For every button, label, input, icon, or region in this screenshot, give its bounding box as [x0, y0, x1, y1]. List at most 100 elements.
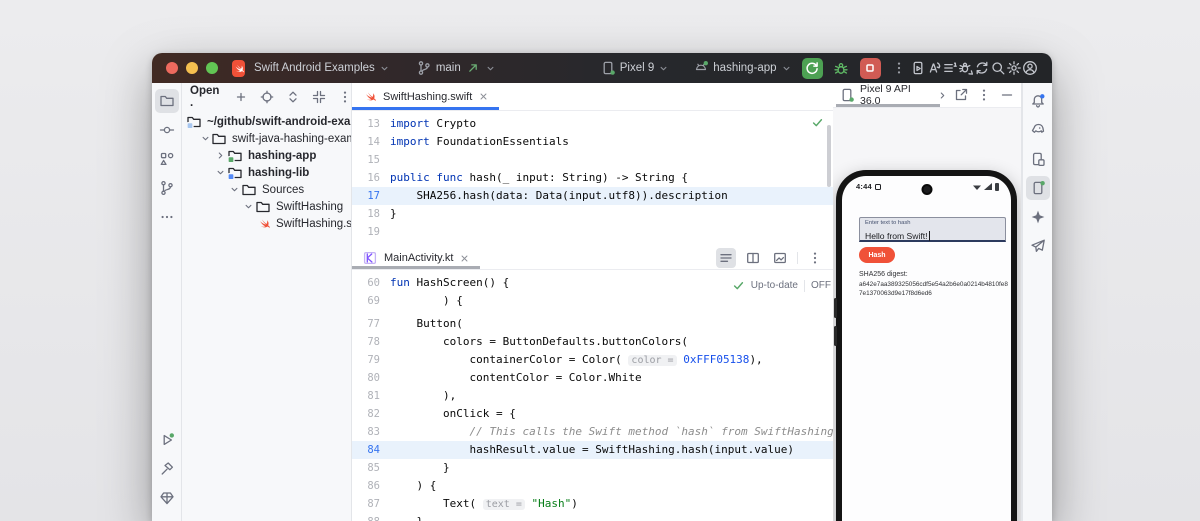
zoom-window-button[interactable] — [206, 62, 218, 74]
search-everywhere-icon[interactable] — [990, 60, 1006, 76]
tree-item-swifthashing-swift[interactable]: SwiftHashing.swift — [182, 215, 351, 232]
send-feedback-plane-icon[interactable] — [1026, 234, 1050, 258]
tree-item-hashing-app[interactable]: hashing-app — [182, 147, 351, 164]
structure-tool-icon[interactable] — [155, 147, 179, 171]
design-view-icon[interactable] — [770, 248, 790, 268]
chevron-right-icon[interactable] — [937, 90, 948, 101]
kotlin-editor[interactable]: 60 fun HashScreen() {69 ) {77 Button(78 c… — [352, 270, 833, 521]
ai-actions-icon[interactable] — [926, 60, 942, 76]
code-line-69: 69 ) { — [352, 292, 833, 310]
tab-label: SwiftHashing.swift — [383, 90, 473, 103]
run-config-selector[interactable]: hashing-app — [693, 60, 791, 76]
tree-item-sources[interactable]: Sources — [182, 181, 351, 198]
chevron-down-icon[interactable] — [214, 167, 227, 178]
code-text: } — [390, 461, 450, 474]
rerun-button[interactable] — [801, 57, 823, 79]
expand-collapse-icon[interactable] — [285, 89, 301, 105]
swift-editor[interactable]: 13 import Crypto 14 import FoundationEssent… — [352, 111, 833, 247]
code-line-13: 13 import Crypto — [352, 115, 833, 133]
stop-button[interactable] — [859, 57, 881, 79]
tree-item-swifthashing[interactable]: SwiftHashing — [182, 198, 351, 215]
debug-button[interactable] — [831, 58, 852, 79]
sync-project-icon[interactable] — [974, 60, 990, 76]
tree-item--github-swift-android-examples[interactable]: ~/github/swift-android-examples — [182, 113, 351, 130]
code-text: containerColor = Color( color = 0xFFF051… — [390, 353, 763, 366]
code-text: hashResult.value = SwiftHashing.hash(inp… — [390, 443, 794, 456]
line-number: 86 — [367, 480, 380, 492]
add-icon[interactable] — [233, 89, 249, 105]
collapse-all-icon[interactable] — [311, 89, 327, 105]
hide-panel-icon[interactable] — [999, 87, 1015, 103]
code-text: // This calls the Swift method `hash` fr… — [390, 425, 833, 438]
attach-debugger-icon[interactable] — [958, 60, 974, 76]
panel-kebab-icon[interactable] — [337, 89, 351, 105]
project-tool-icon[interactable] — [154, 89, 179, 113]
device-streaming-icon[interactable] — [910, 60, 926, 76]
device-manager-icon[interactable] — [1026, 147, 1050, 171]
code-text: } — [390, 207, 397, 220]
settings-icon[interactable] — [1006, 60, 1022, 76]
vcs-graph-icon[interactable] — [155, 176, 179, 200]
line-number: 78 — [367, 336, 380, 348]
notifications-bell-icon[interactable] — [1026, 89, 1050, 113]
close-tab-icon[interactable] — [478, 91, 489, 102]
code-view-icon[interactable] — [716, 248, 736, 268]
build-tool-icon[interactable] — [155, 457, 179, 481]
digest-label: SHA256 digest: — [859, 271, 908, 278]
gemini-star-icon[interactable] — [1026, 205, 1050, 229]
code-text: ), — [390, 389, 457, 402]
device-display-area: 4:44 Enter text to hash Hello from Swift… — [833, 108, 1021, 521]
close-tab-icon[interactable] — [459, 253, 470, 264]
target-device-selector[interactable]: Pixel 9 — [600, 60, 670, 76]
line-number: 84 — [367, 444, 380, 456]
chevron-right-icon[interactable] — [214, 150, 227, 161]
code-line-81: 81 ), — [352, 387, 833, 405]
build-variants-icon[interactable] — [942, 60, 958, 76]
project-panel-title[interactable]: Open . — [190, 85, 219, 109]
gem-tool-icon[interactable] — [155, 486, 179, 510]
commit-tool-icon[interactable] — [155, 118, 179, 142]
more-tools-icon[interactable] — [155, 205, 179, 229]
split-view-icon[interactable] — [743, 248, 763, 268]
editor-kebab-icon[interactable] — [805, 248, 825, 268]
branch-selector[interactable]: main — [416, 60, 496, 76]
pixel9-phone-mirror[interactable]: 4:44 Enter text to hash Hello from Swift… — [834, 170, 1017, 521]
chevron-down-icon[interactable] — [228, 184, 241, 195]
profile-icon[interactable] — [1022, 60, 1038, 76]
branch-name: main — [435, 62, 461, 74]
line-number: 88 — [352, 513, 390, 521]
locate-file-icon[interactable] — [259, 89, 275, 105]
line-number: 79 — [367, 354, 380, 366]
line-number: 19 — [367, 226, 380, 238]
hash-button[interactable]: Hash — [859, 247, 895, 263]
phone-screen[interactable]: 4:44 Enter text to hash Hello from Swift… — [842, 176, 1011, 521]
minimize-window-button[interactable] — [186, 62, 198, 74]
panel-kebab-icon[interactable] — [976, 87, 992, 103]
editor-scrollbar[interactable] — [827, 125, 831, 187]
live-edit-state[interactable]: OFF — [811, 280, 831, 291]
tree-item-hashing-lib[interactable]: hashing-lib — [182, 164, 351, 181]
check-icon — [732, 279, 745, 292]
line-number: 80 — [367, 372, 380, 384]
tree-item-swift-java-hashing-example[interactable]: swift-java-hashing-example — [182, 130, 351, 147]
device-tab-icon — [839, 87, 855, 103]
chevron-down-icon[interactable] — [200, 133, 211, 144]
digest-block: SHA256 digest: a642e7aa389325056cdf5e54a… — [859, 271, 1009, 298]
code-line-88: 88 } — [352, 513, 833, 521]
hash-input-field[interactable]: Enter text to hash Hello from Swift! — [859, 217, 1006, 242]
open-in-window-icon[interactable] — [953, 87, 969, 103]
tab-swifthashing-swift[interactable]: SwiftHashing.swift — [352, 83, 500, 110]
code-line-87: 87 Text( text = "Hash") — [352, 495, 833, 513]
tab-mainactivity-kt[interactable]: MainActivity.kt — [352, 247, 481, 269]
gradle-tool-icon[interactable] — [1026, 118, 1050, 142]
titlebar-kebab-menu[interactable] — [889, 58, 910, 79]
tree-item-label: swift-java-hashing-example — [232, 132, 351, 145]
line-number: 17 — [367, 190, 380, 202]
code-line-83: 83 // This calls the Swift method `hash`… — [352, 423, 833, 441]
project-selector[interactable]: Swift Android Examples — [254, 62, 390, 74]
run-tool-icon[interactable] — [155, 428, 179, 452]
close-window-button[interactable] — [166, 62, 178, 74]
chevron-down-icon[interactable] — [242, 201, 255, 212]
swift-file-icon — [362, 89, 377, 104]
running-devices-icon[interactable] — [1025, 176, 1050, 200]
